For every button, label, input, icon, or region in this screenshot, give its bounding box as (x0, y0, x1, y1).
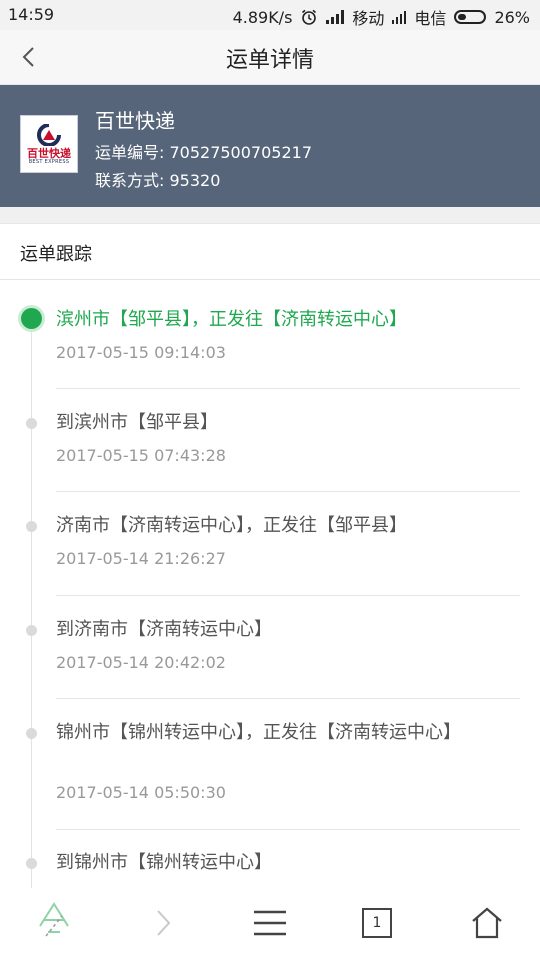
event-time: 2017-05-15 07:43:28 (56, 446, 226, 465)
menu-icon[interactable] (252, 906, 288, 940)
carrier-2: 电信 (414, 9, 447, 28)
timeline-line (31, 318, 32, 890)
divider (56, 388, 520, 389)
home-icon[interactable] (470, 906, 504, 940)
battery-level: 26% (494, 7, 530, 27)
timeline-dot (26, 625, 37, 636)
tracking-section-header: 运单跟踪 (0, 224, 540, 280)
timeline-dot (26, 521, 37, 532)
tab-count: 1 (372, 915, 382, 931)
event-description: 到济南市【济南转运中心】 (56, 619, 272, 640)
event-description: 到滨州市【邹平县】 (56, 412, 218, 433)
status-bar: 14:59 4.89K/s 移动 电信 26% (0, 0, 540, 30)
section-gap (0, 207, 540, 224)
event-description: 锦州市【锦州转运中心】，正发往【济南转运中心】 (56, 722, 461, 743)
tabs-button[interactable]: 1 (362, 908, 392, 938)
courier-contact[interactable]: 联系方式: 95320 (95, 167, 220, 191)
status-time: 14:59 (8, 5, 55, 24)
divider (56, 491, 520, 492)
courier-name: 百世快递 (95, 109, 175, 133)
bottom-toolbar: 1 (0, 888, 540, 960)
divider (56, 595, 520, 596)
waybill-number: 运单编号: 70527500705217 (95, 143, 312, 162)
divider (56, 698, 520, 699)
battery-icon (454, 10, 487, 24)
data-signal-icon (392, 10, 407, 24)
courier-header: 百世快递 BEST EXPRESS 百世快递 运单编号: 70527500705… (0, 85, 540, 207)
timeline-dot (26, 858, 37, 869)
timeline-dot (26, 418, 37, 429)
network-speed: 4.89K/s (232, 7, 293, 27)
event-time: 2017-05-14 20:42:02 (56, 653, 226, 672)
signal-icon (326, 10, 345, 24)
alarm-icon (302, 9, 317, 25)
tracking-title: 运单跟踪 (20, 244, 92, 265)
nav-bar: 运单详情 (0, 30, 540, 85)
courier-logo: 百世快递 BEST EXPRESS (20, 115, 78, 173)
event-time: 2017-05-15 09:14:03 (56, 343, 226, 362)
event-time: 2017-05-14 05:50:30 (56, 783, 226, 802)
event-description: 济南市【济南转运中心】，正发往【邹平县】 (56, 515, 407, 536)
event-description: 到锦州市【锦州转运中心】 (56, 852, 272, 873)
forward-icon[interactable] (150, 906, 176, 940)
timeline-dot-current (21, 308, 42, 329)
page-title: 运单详情 (225, 48, 314, 73)
timeline-dot (26, 728, 37, 739)
best-express-logo-icon (37, 123, 61, 146)
watermark-icon (39, 902, 69, 937)
carrier-1: 移动 (352, 9, 385, 28)
event-description: 滨州市【邹平县】，正发往【济南转运中心】 (56, 309, 407, 330)
event-time: 2017-05-14 21:26:27 (56, 549, 226, 568)
divider (56, 829, 520, 830)
tracking-timeline: 滨州市【邹平县】，正发往【济南转运中心】 2017-05-15 09:14:03… (0, 280, 540, 890)
